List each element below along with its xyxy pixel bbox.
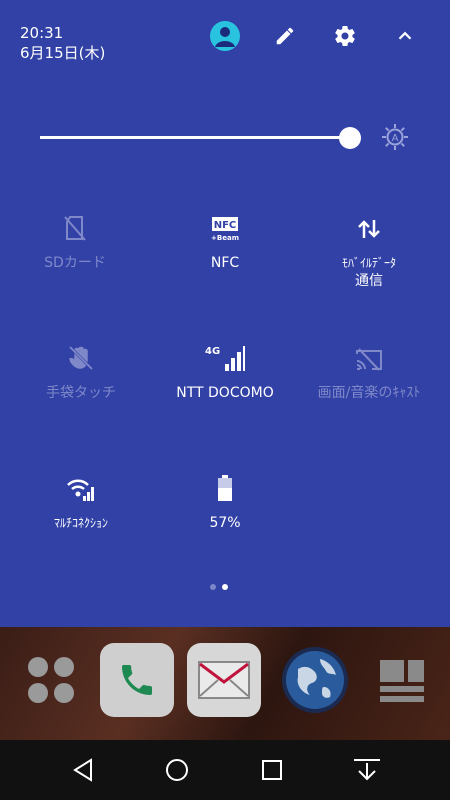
settings-button[interactable] <box>329 20 361 52</box>
mail-app[interactable] <box>187 643 261 717</box>
page-dot[interactable] <box>210 584 216 590</box>
chevron-up-icon <box>398 31 412 40</box>
tile-nfc[interactable]: NFC +Beam NFC <box>150 212 300 272</box>
recent-apps-button[interactable] <box>255 755 289 785</box>
user-icon <box>210 21 240 51</box>
back-button[interactable] <box>66 755 100 785</box>
edit-button[interactable] <box>269 20 301 52</box>
tile-label: NTT DOCOMO <box>176 385 274 401</box>
auto-brightness-button[interactable]: A <box>381 123 409 151</box>
page-dot-active[interactable] <box>222 584 228 590</box>
tile-label: 画面/音楽のｷｬｽﾄ <box>317 385 421 401</box>
recent-apps-icon <box>262 760 282 780</box>
tile-label: 57% <box>209 515 241 531</box>
home-button[interactable] <box>160 755 194 785</box>
tile-cast[interactable]: 画面/音楽のｷｬｽﾄ <box>294 342 444 402</box>
tile-network[interactable]: 4G NTT DOCOMO <box>150 342 300 402</box>
multi-connection-icon <box>67 479 94 501</box>
battery-icon <box>218 475 232 501</box>
phone-app[interactable] <box>100 643 174 717</box>
apps-grid-icon <box>28 657 74 703</box>
app-drawer-button[interactable] <box>14 643 88 717</box>
svg-text:NFC: NFC <box>214 220 237 231</box>
svg-text:4G: 4G <box>205 346 220 357</box>
cast-off-icon <box>356 348 382 371</box>
news-icon <box>380 660 424 702</box>
nfc-beam-icon: NFC +Beam <box>211 217 239 242</box>
browser-app[interactable] <box>278 643 352 717</box>
navigation-bar <box>0 740 450 800</box>
page-indicator <box>210 584 228 590</box>
date: 6月15日(木) <box>20 44 106 62</box>
gear-icon <box>335 26 355 47</box>
notification-toggle-button[interactable] <box>350 755 384 785</box>
quick-settings-panel: 20:31 6月15日(木) A SDカード NFC +Beam NFC ﾓﾊﾞ… <box>0 0 450 627</box>
tile-label: NFC <box>210 255 240 271</box>
tile-label: 手袋タッチ <box>46 385 116 401</box>
tile-multi-connection[interactable]: ﾏﾙﾁｺﾈｸｼｮﾝ <box>6 472 156 532</box>
mobile-data-icon <box>358 220 380 238</box>
auto-brightness-icon: A <box>382 124 408 150</box>
home-icon <box>166 759 188 781</box>
user-avatar-button[interactable] <box>209 20 241 52</box>
tile-battery[interactable]: 57% <box>150 472 300 532</box>
tile-label: SDカード <box>44 255 106 271</box>
tile-sd-card[interactable]: SDカード <box>0 212 150 272</box>
tile-label-line2: 通信 <box>355 273 383 289</box>
svg-text:+Beam: +Beam <box>211 234 239 242</box>
pull-down-icon <box>354 759 380 781</box>
collapse-button[interactable] <box>389 20 421 52</box>
svg-text:A: A <box>392 133 399 144</box>
tile-label-line1: ﾓﾊﾞｲﾙﾃﾞｰﾀ <box>341 256 396 270</box>
clock: 20:31 <box>20 24 64 42</box>
tile-glove-touch[interactable]: 手袋タッチ <box>6 342 156 402</box>
brightness-slider-track[interactable] <box>40 136 350 139</box>
news-app[interactable] <box>365 643 439 717</box>
tile-label: ﾏﾙﾁｺﾈｸｼｮﾝ <box>53 516 108 530</box>
mail-icon <box>198 661 250 699</box>
tile-mobile-data[interactable]: ﾓﾊﾞｲﾙﾃﾞｰﾀ 通信 <box>294 212 444 290</box>
signal-4g-icon: 4G <box>205 346 245 371</box>
glove-touch-off-icon <box>68 345 94 371</box>
phone-icon <box>122 665 152 695</box>
pencil-icon <box>276 27 294 45</box>
back-icon <box>73 758 92 782</box>
brightness-slider-thumb[interactable] <box>339 127 361 149</box>
globe-icon <box>282 647 348 713</box>
sd-card-off-icon <box>64 216 86 241</box>
